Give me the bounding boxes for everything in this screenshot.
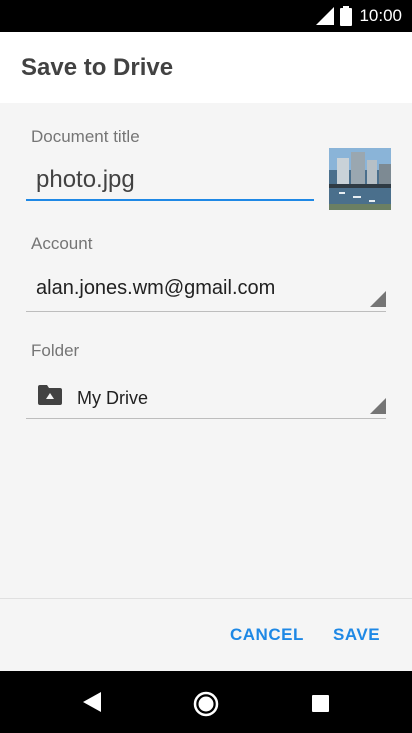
dropdown-arrow-icon bbox=[370, 291, 386, 307]
folder-value: My Drive bbox=[77, 388, 148, 408]
home-icon[interactable] bbox=[193, 691, 219, 722]
account-value: alan.jones.wm@gmail.com bbox=[36, 277, 276, 299]
signal-icon bbox=[316, 7, 334, 30]
account-label: Account bbox=[31, 234, 93, 253]
photo-thumbnail bbox=[329, 148, 391, 210]
dropdown-arrow-icon bbox=[370, 398, 386, 414]
navigation-bar bbox=[0, 671, 412, 733]
dialog-header: Save to Drive bbox=[0, 32, 412, 103]
recents-icon[interactable] bbox=[312, 695, 329, 717]
document-title-label: Document title bbox=[31, 127, 140, 146]
back-icon[interactable] bbox=[83, 692, 101, 717]
folder-label: Folder bbox=[31, 341, 80, 360]
save-button[interactable]: SAVE bbox=[333, 625, 380, 645]
dialog-title: Save to Drive bbox=[21, 54, 174, 81]
folder-dropdown[interactable]: My Drive bbox=[26, 375, 386, 419]
clock: 10:00 bbox=[359, 6, 402, 25]
cancel-button[interactable]: CANCEL bbox=[230, 625, 304, 645]
drive-folder-icon bbox=[38, 385, 62, 410]
status-bar: 10:00 bbox=[0, 0, 412, 32]
dialog-actions: CANCEL SAVE bbox=[0, 599, 412, 671]
account-dropdown[interactable]: alan.jones.wm@gmail.com bbox=[26, 268, 386, 312]
document-title-input[interactable] bbox=[26, 161, 314, 201]
battery-icon bbox=[340, 6, 352, 31]
dialog-content: Document title Account alan.jones.wm@gma… bbox=[0, 103, 412, 598]
